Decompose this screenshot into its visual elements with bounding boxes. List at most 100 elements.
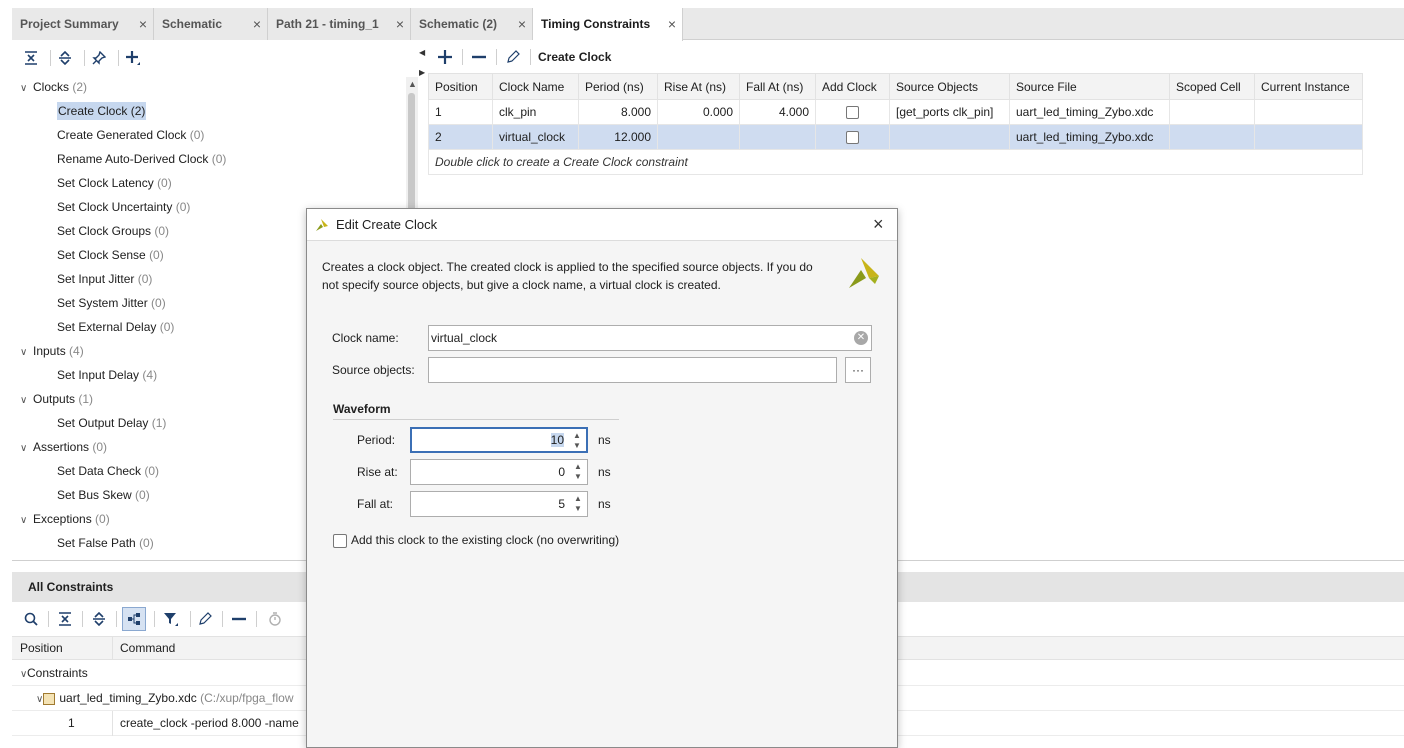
tree-item-set-output-delay[interactable]: Set Output Delay (1) <box>12 411 166 435</box>
close-icon[interactable]: × <box>253 8 261 40</box>
tree-item-set-clock-sense[interactable]: Set Clock Sense (0) <box>12 243 164 267</box>
chevron-down-icon[interactable]: ∨ <box>20 509 33 533</box>
tree-item-set-input-jitter[interactable]: Set Input Jitter (0) <box>12 267 152 291</box>
remove-constraint-icon[interactable] <box>466 41 492 73</box>
cell-current-instance[interactable] <box>1254 124 1363 150</box>
close-icon[interactable]: × <box>518 8 526 40</box>
spinner-arrows-icon[interactable]: ▲ ▼ <box>571 431 583 451</box>
tree-item-set-input-delay[interactable]: Set Input Delay (4) <box>12 363 157 387</box>
browse-source-objects-button[interactable]: ··· <box>845 357 871 383</box>
expand-all-icon[interactable] <box>52 42 78 74</box>
add-clock-checkbox[interactable] <box>333 534 347 548</box>
tab-project-summary[interactable]: Project Summary × <box>12 8 154 40</box>
cell-clock-name[interactable]: virtual_clock <box>492 124 579 150</box>
chevron-down-icon[interactable]: ∨ <box>20 389 33 413</box>
close-icon[interactable]: × <box>396 8 404 40</box>
tab-path-21[interactable]: Path 21 - timing_1 × <box>268 8 411 40</box>
chevron-down-icon[interactable]: ∨ <box>20 341 33 365</box>
tree-item-set-bus-skew[interactable]: Set Bus Skew (0) <box>12 483 150 507</box>
column-header[interactable]: Period (ns) <box>578 73 658 100</box>
add-clock-checkbox[interactable] <box>846 131 859 145</box>
cell-rise[interactable] <box>657 124 740 150</box>
column-header[interactable]: Command <box>120 637 175 660</box>
tab-schematic-2[interactable]: Schematic (2) × <box>411 8 533 40</box>
tree-group-exceptions[interactable]: ∨ Exceptions (0) <box>12 507 110 531</box>
scroll-up-icon[interactable]: ▲ <box>408 79 417 89</box>
tree-item-set-clock-groups[interactable]: Set Clock Groups (0) <box>12 219 169 243</box>
tree-item-set-data-check[interactable]: Set Data Check (0) <box>12 459 159 483</box>
edit-pencil-icon[interactable] <box>192 603 218 635</box>
tab-timing-constraints[interactable]: Timing Constraints × <box>533 8 683 41</box>
collapse-all-icon[interactable] <box>52 603 78 635</box>
cell-source-objects[interactable] <box>889 124 1010 150</box>
column-header[interactable]: Scoped Cell <box>1169 73 1255 100</box>
source-objects-input[interactable] <box>428 357 837 383</box>
column-header[interactable]: Position <box>428 73 493 100</box>
add-clock-checkbox[interactable] <box>846 106 859 120</box>
column-header[interactable]: Source File <box>1009 73 1170 100</box>
cell-fall[interactable]: 4.000 <box>739 99 816 125</box>
column-header[interactable]: Current Instance <box>1254 73 1363 100</box>
pin-icon[interactable] <box>86 42 112 74</box>
collapse-all-icon[interactable] <box>18 42 44 74</box>
cell-position[interactable]: 2 <box>428 124 493 150</box>
spinner-arrows-icon[interactable]: ▲ ▼ <box>572 494 584 514</box>
spinner-arrows-icon[interactable]: ▲ ▼ <box>572 462 584 482</box>
table-row-selected[interactable]: 2 virtual_clock 12.000 uart_led_timing_Z… <box>428 124 1363 150</box>
cell-source-file[interactable]: uart_led_timing_Zybo.xdc <box>1009 124 1170 150</box>
dialog-titlebar[interactable]: Edit Create Clock × <box>307 209 897 241</box>
tree-group-inputs[interactable]: ∨ Inputs (4) <box>12 339 84 363</box>
tree-group-clocks[interactable]: ∨ Clocks (2) <box>12 75 87 99</box>
tab-schematic[interactable]: Schematic × <box>154 8 268 40</box>
table-row[interactable]: 1 clk_pin 8.000 0.000 4.000 [get_ports c… <box>428 99 1363 125</box>
cell-source-objects[interactable]: [get_ports clk_pin] <box>889 99 1010 125</box>
tree-group-outputs[interactable]: ∨ Outputs (1) <box>12 387 93 411</box>
add-clock-label[interactable]: Add this clock to the existing clock (no… <box>351 533 619 547</box>
tree-item-set-system-jitter[interactable]: Set System Jitter (0) <box>12 291 166 315</box>
column-header[interactable]: Clock Name <box>492 73 579 100</box>
close-icon[interactable]: × <box>139 8 147 40</box>
delete-icon[interactable] <box>226 603 252 635</box>
tree-item-set-false-path[interactable]: Set False Path (0) <box>12 531 154 555</box>
tree-group-assertions[interactable]: ∨ Assertions (0) <box>12 435 107 459</box>
column-header[interactable]: Add Clock <box>815 73 890 100</box>
cell-clock-name[interactable]: clk_pin <box>492 99 579 125</box>
tree-item-set-clock-latency[interactable]: Set Clock Latency (0) <box>12 171 172 195</box>
search-icon[interactable] <box>18 603 44 635</box>
column-header[interactable]: Fall At (ns) <box>739 73 816 100</box>
filter-icon[interactable] <box>158 603 184 635</box>
add-icon[interactable] <box>120 42 146 74</box>
cell-rise[interactable]: 0.000 <box>657 99 740 125</box>
cell-position[interactable]: 1 <box>428 99 493 125</box>
column-header[interactable]: Rise At (ns) <box>657 73 740 100</box>
column-header[interactable]: Source Objects <box>889 73 1010 100</box>
chevron-down-icon[interactable]: ∨ <box>12 662 27 687</box>
cell-scoped-cell[interactable] <box>1169 124 1255 150</box>
create-hint-text[interactable]: Double click to create a Create Clock co… <box>428 149 1363 175</box>
period-spinner[interactable]: 10 ▲ ▼ <box>410 427 588 453</box>
clock-name-input[interactable]: virtual_clock ✕ <box>428 325 872 351</box>
cell-source-file[interactable]: uart_led_timing_Zybo.xdc <box>1009 99 1170 125</box>
cell-scoped-cell[interactable] <box>1169 99 1255 125</box>
table-hint-row[interactable]: Double click to create a Create Clock co… <box>428 149 1363 175</box>
cell-current-instance[interactable] <box>1254 99 1363 125</box>
column-header[interactable]: Position <box>20 637 63 660</box>
hierarchy-toggle-icon[interactable] <box>122 607 146 631</box>
dialog-close-icon[interactable]: × <box>873 209 884 240</box>
fall-at-spinner[interactable]: 5 ▲ ▼ <box>410 491 588 517</box>
tree-item-create-clock[interactable]: Create Clock (2) <box>12 99 147 123</box>
tree-item-create-generated-clock[interactable]: Create Generated Clock (0) <box>12 123 204 147</box>
edit-pencil-icon[interactable] <box>500 41 526 73</box>
tree-item-rename-auto-derived-clock[interactable]: Rename Auto-Derived Clock (0) <box>12 147 226 171</box>
clear-icon[interactable]: ✕ <box>854 331 868 345</box>
cell-period[interactable]: 8.000 <box>578 99 658 125</box>
chevron-down-icon[interactable]: ∨ <box>20 77 33 101</box>
close-icon[interactable]: × <box>668 8 676 40</box>
tree-item-set-clock-uncertainty[interactable]: Set Clock Uncertainty (0) <box>12 195 190 219</box>
cell-period[interactable]: 12.000 <box>578 124 658 150</box>
splitter-handle[interactable]: ◀ ▶ <box>419 48 425 78</box>
chevron-down-icon[interactable]: ∨ <box>12 687 43 712</box>
expand-all-icon[interactable] <box>86 603 112 635</box>
chevron-down-icon[interactable]: ∨ <box>20 437 33 461</box>
cell-fall[interactable] <box>739 124 816 150</box>
